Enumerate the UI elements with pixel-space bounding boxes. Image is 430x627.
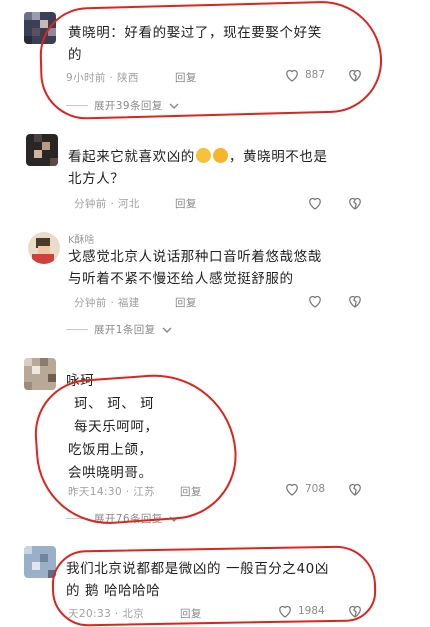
divider bbox=[66, 518, 88, 519]
broken-heart-icon[interactable] bbox=[346, 292, 364, 310]
like-count: 887 bbox=[305, 69, 326, 81]
like-button[interactable]: 1984 bbox=[276, 602, 325, 620]
emoji-icon bbox=[195, 148, 211, 163]
broken-heart-icon[interactable] bbox=[346, 66, 364, 84]
comment-location: 福建 bbox=[117, 297, 140, 309]
chevron-down-icon bbox=[169, 516, 179, 522]
heart-outline-icon bbox=[286, 483, 298, 496]
avatar[interactable] bbox=[28, 232, 60, 264]
like-button[interactable]: 708 bbox=[283, 480, 325, 498]
broken-heart-icon[interactable] bbox=[346, 480, 364, 498]
expand-replies-label: 展开1条回复 bbox=[94, 324, 156, 336]
comment-time: 分钟前 bbox=[74, 198, 107, 210]
chevron-down-icon bbox=[162, 327, 172, 333]
emoji-icon bbox=[212, 148, 228, 163]
expand-replies[interactable]: 展开76条回复 bbox=[66, 511, 179, 526]
comment-time: 昨天14:30 bbox=[68, 486, 123, 498]
chevron-down-icon bbox=[169, 103, 179, 109]
reply-button[interactable]: 回复 bbox=[175, 295, 197, 310]
comment-time: 天20:33 bbox=[68, 608, 112, 620]
broken-heart-icon[interactable] bbox=[346, 194, 364, 212]
like-button[interactable]: 887 bbox=[283, 66, 325, 84]
like-count: 1984 bbox=[298, 605, 325, 617]
comment-location: 北京 bbox=[122, 608, 145, 620]
comment-meta: 昨天14:30 · 江苏 bbox=[68, 486, 156, 498]
avatar[interactable] bbox=[24, 358, 56, 390]
like-button[interactable] bbox=[306, 194, 328, 212]
comment-text: 我们北京说都都是微凶的 一般百分之40凶 的 鹅 哈哈哈哈 bbox=[66, 561, 329, 599]
comment-meta: 分钟前 · 河北 bbox=[74, 198, 140, 210]
expand-replies-label: 展开76条回复 bbox=[94, 513, 163, 525]
divider bbox=[66, 329, 88, 330]
comment-meta: 天20:33 · 北京 bbox=[68, 608, 145, 620]
comment-meta: 分钟前 · 福建 bbox=[74, 297, 140, 309]
comment-text: 戈感觉北京人说话那种口音听着悠哉悠哉 与听着不紧不慢还给人感觉挺舒服的 bbox=[68, 249, 322, 287]
avatar[interactable] bbox=[26, 134, 58, 166]
comment-location: 陕西 bbox=[117, 72, 139, 84]
heart-outline-icon bbox=[279, 605, 291, 618]
comment-meta: 9小时前 · 陕西 bbox=[66, 72, 139, 84]
username[interactable]: K酥啥 bbox=[68, 231, 95, 246]
heart-outline-icon bbox=[309, 295, 321, 308]
heart-outline-icon bbox=[309, 197, 321, 210]
comment-location: 江苏 bbox=[133, 486, 156, 498]
comment-location: 河北 bbox=[117, 198, 140, 210]
comment-time: 9小时前 bbox=[66, 72, 106, 84]
expand-replies[interactable]: 展开39条回复 bbox=[66, 98, 179, 113]
like-button[interactable] bbox=[306, 292, 328, 310]
divider bbox=[66, 105, 88, 106]
avatar[interactable] bbox=[24, 546, 56, 578]
reply-button[interactable]: 回复 bbox=[180, 606, 202, 621]
comment-text: 看起来它就喜欢凶的 ，黄晓明不也是 北方人？ bbox=[68, 148, 328, 187]
broken-heart-icon[interactable] bbox=[346, 602, 364, 620]
comment-text: 咏珂 珂、 珂、 珂 每天乐呵呵， 吃饭用上颌， 会哄晓明哥。 bbox=[66, 373, 159, 481]
comment-time: 分钟前 bbox=[74, 297, 107, 309]
avatar[interactable] bbox=[24, 12, 56, 44]
reply-button[interactable]: 回复 bbox=[175, 196, 197, 211]
comment-text: 黄晓明：好看的娶过了，现在要娶个好笑 的 bbox=[68, 25, 322, 63]
reply-button[interactable]: 回复 bbox=[180, 484, 202, 499]
expand-replies[interactable]: 展开1条回复 bbox=[66, 322, 172, 337]
reply-button[interactable]: 回复 bbox=[175, 70, 197, 85]
expand-replies-label: 展开39条回复 bbox=[94, 100, 163, 112]
heart-outline-icon bbox=[286, 69, 298, 82]
like-count: 708 bbox=[305, 483, 326, 495]
